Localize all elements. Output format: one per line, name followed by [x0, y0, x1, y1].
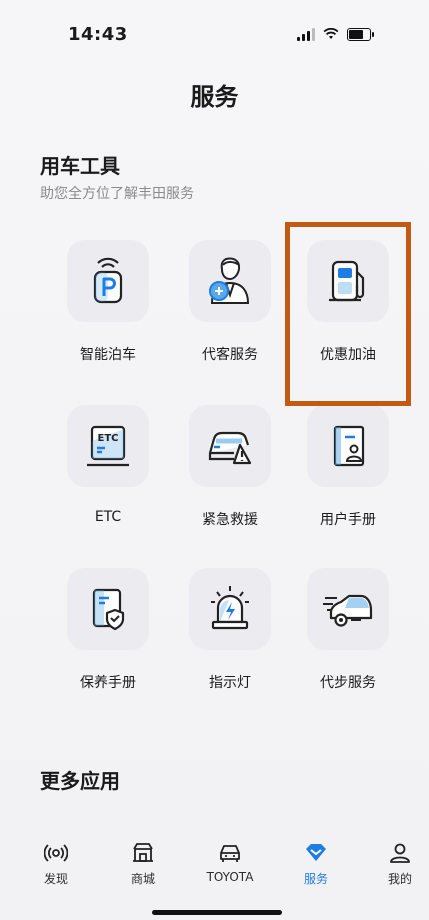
tab-label: 服务: [303, 872, 328, 886]
tab-label: 商城: [130, 872, 155, 886]
tool-label: 代客服务: [202, 347, 258, 363]
tool-label: 保养手册: [80, 675, 136, 691]
indicator-light-icon: [211, 586, 249, 630]
page-title: 服务: [190, 83, 239, 111]
tool-label: 紧急救援: [202, 512, 258, 528]
car-icon: [220, 845, 240, 862]
tool-label: ETC: [94, 509, 122, 525]
tool-icon-box: [189, 405, 271, 487]
tool-label: 智能泊车: [80, 347, 136, 363]
tool-etc[interactable]: ETC ETC: [53, 405, 163, 525]
section-title-tools: 用车工具: [40, 154, 120, 178]
profile-icon: [390, 843, 410, 863]
tool-user-manual[interactable]: 用户手册: [293, 405, 403, 529]
tab-discover[interactable]: 发现: [21, 838, 91, 887]
tab-profile[interactable]: 我的: [365, 838, 429, 887]
svg-text:ETC: ETC: [98, 433, 119, 444]
valet-service-icon: [209, 257, 250, 304]
highlight-box: [285, 222, 411, 406]
tool-label: 代步服务: [320, 675, 376, 691]
status-time: 14:43: [68, 24, 128, 45]
etc-icon: ETC: [87, 425, 129, 467]
tool-icon-box: [189, 240, 271, 322]
maintenance-manual-icon: [92, 588, 125, 631]
status-icons: [297, 27, 374, 41]
tool-icon-box: [307, 568, 389, 650]
section-title-more-apps: 更多应用: [40, 769, 120, 793]
tool-smart-parking[interactable]: 智能泊车: [53, 240, 163, 364]
mobility-service-icon: [323, 594, 373, 627]
status-bar: 14:43: [0, 24, 429, 48]
tab-label: TOYOTA: [206, 870, 254, 884]
home-indicator: [152, 910, 282, 915]
tab-service[interactable]: 服务: [281, 838, 351, 887]
section-subtitle-tools: 助您全方位了解丰田服务: [40, 186, 194, 202]
user-manual-icon: [333, 425, 365, 467]
tool-icon-box: ETC: [67, 405, 149, 487]
tool-indicator-light[interactable]: 指示灯: [175, 568, 285, 692]
tool-valet-service[interactable]: 代客服务: [175, 240, 285, 364]
tool-label: 用户手册: [320, 512, 376, 528]
tool-icon-box: [307, 405, 389, 487]
discover-icon: [44, 844, 68, 862]
signal-icon: [297, 27, 315, 41]
tool-mobility-service[interactable]: 代步服务: [293, 568, 403, 692]
bottom-tab-bar: 发现 商城 TOYOTA 服务 我的: [0, 838, 429, 898]
tool-label: 指示灯: [209, 675, 251, 691]
phone-screen: 14:43 服务 用车工具 助您全方位了解丰田服务 智能泊车 代客服务 优惠加油…: [0, 0, 429, 920]
battery-icon: [347, 27, 374, 41]
wifi-icon: [323, 28, 339, 39]
tab-toyota[interactable]: TOYOTA: [195, 838, 265, 884]
tool-icon-box: [189, 568, 271, 650]
service-icon: [306, 844, 326, 861]
tool-maintenance-manual[interactable]: 保养手册: [53, 568, 163, 692]
tab-label: 我的: [387, 872, 412, 886]
tab-mall[interactable]: 商城: [108, 838, 178, 887]
emergency-rescue-icon: [208, 431, 252, 465]
mall-icon: [133, 843, 153, 862]
smart-parking-icon: [93, 257, 123, 304]
tool-icon-box: [67, 240, 149, 322]
tool-icon-box: [67, 568, 149, 650]
tab-label: 发现: [43, 872, 68, 886]
tool-emergency-rescue[interactable]: 紧急救援: [175, 405, 285, 529]
